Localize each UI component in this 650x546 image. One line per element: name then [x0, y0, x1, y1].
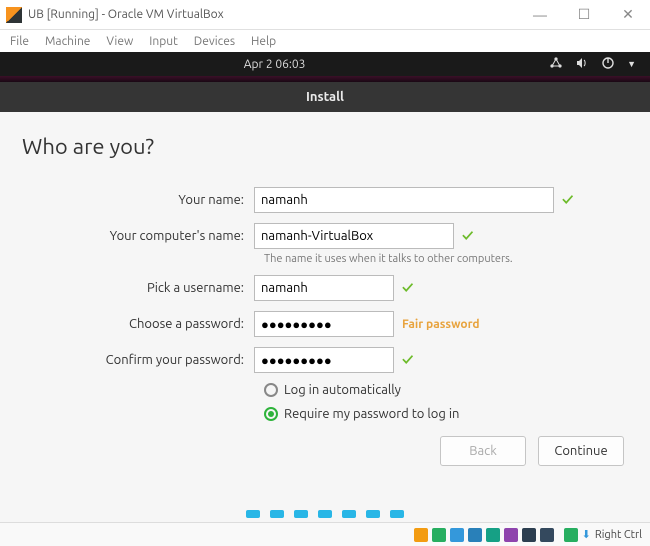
dot — [246, 510, 260, 518]
vbox-menu: File Machine View Input Devices Help — [0, 30, 650, 52]
power-icon[interactable] — [601, 56, 615, 73]
recording-icon[interactable] — [504, 528, 518, 542]
volume-icon[interactable] — [575, 56, 589, 73]
back-button[interactable]: Back — [440, 436, 526, 466]
dot — [342, 510, 356, 518]
username-input[interactable] — [254, 275, 394, 301]
label-password: Choose a password: — [22, 317, 254, 331]
maximize-button[interactable]: ☐ — [562, 0, 606, 30]
dot — [390, 510, 404, 518]
password-input[interactable] — [254, 311, 394, 337]
confirm-password-input[interactable] — [254, 347, 394, 373]
your-name-input[interactable] — [254, 187, 554, 213]
label-computer-name: Your computer's name: — [22, 229, 254, 243]
menu-input[interactable]: Input — [149, 35, 178, 48]
computer-name-input[interactable] — [254, 223, 454, 249]
radio-label-auto: Log in automatically — [284, 383, 401, 397]
radio-require-password[interactable]: Require my password to log in — [264, 407, 628, 421]
menu-help[interactable]: Help — [251, 35, 276, 48]
close-button[interactable]: ✕ — [606, 0, 650, 30]
display-icon[interactable] — [486, 528, 500, 542]
dot — [270, 510, 284, 518]
menu-view[interactable]: View — [106, 35, 133, 48]
install-content: Who are you? Your name: ✓ Your computer'… — [0, 112, 650, 522]
keyboard-down-icon: ⬇ — [582, 528, 591, 541]
check-icon: ✓ — [402, 351, 413, 369]
install-window-title: Install — [0, 82, 650, 112]
label-confirm: Confirm your password: — [22, 353, 254, 367]
usb-icon[interactable] — [450, 528, 464, 542]
chevron-down-icon[interactable]: ▼ — [627, 59, 636, 69]
ubuntu-clock: Apr 2 06:03 — [0, 58, 549, 71]
label-your-name: Your name: — [22, 193, 254, 207]
mouse-integration-icon[interactable] — [564, 528, 578, 542]
continue-button[interactable]: Continue — [538, 436, 624, 466]
window-title: UB [Running] - Oracle VM VirtualBox — [28, 8, 518, 21]
ubuntu-topbar: Apr 2 06:03 ▼ — [0, 52, 650, 76]
radio-icon-selected — [264, 407, 278, 421]
audio-icon[interactable] — [522, 528, 536, 542]
dot — [294, 510, 308, 518]
shared-folder-icon[interactable] — [468, 528, 482, 542]
network-status-icon[interactable] — [540, 528, 554, 542]
progress-dots — [246, 510, 404, 518]
network-icon[interactable] — [549, 56, 563, 73]
page-heading: Who are you? — [22, 134, 628, 159]
password-strength: Fair password — [402, 318, 480, 331]
radio-auto-login[interactable]: Log in automatically — [264, 383, 628, 397]
optical-icon[interactable] — [432, 528, 446, 542]
computer-name-hint: The name it uses when it talks to other … — [264, 253, 628, 265]
label-username: Pick a username: — [22, 281, 254, 295]
dot — [366, 510, 380, 518]
vbox-titlebar: UB [Running] - Oracle VM VirtualBox — ☐ … — [0, 0, 650, 30]
host-key-label: Right Ctrl — [595, 529, 642, 541]
minimize-button[interactable]: — — [518, 0, 562, 30]
menu-devices[interactable]: Devices — [194, 35, 235, 48]
check-icon: ✓ — [402, 279, 413, 297]
guest-screen: Apr 2 06:03 ▼ Install Who are you? Your … — [0, 52, 650, 522]
check-icon: ✓ — [462, 227, 473, 245]
dot — [318, 510, 332, 518]
vbox-app-icon — [6, 7, 22, 23]
radio-label-require: Require my password to log in — [284, 407, 459, 421]
menu-machine[interactable]: Machine — [45, 35, 90, 48]
radio-icon — [264, 383, 278, 397]
vbox-statusbar: ⬇ Right Ctrl — [0, 522, 650, 546]
hd-icon[interactable] — [414, 528, 428, 542]
menu-file[interactable]: File — [10, 35, 29, 48]
check-icon: ✓ — [562, 191, 573, 209]
